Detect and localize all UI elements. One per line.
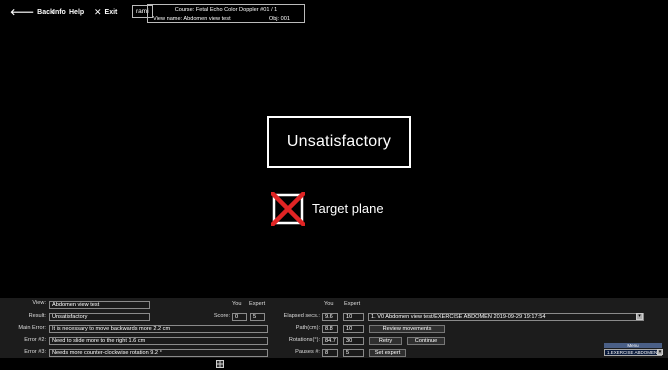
result-banner: Unsatisfactory	[267, 116, 411, 168]
failed-checkbox-icon	[271, 192, 305, 226]
score-you-field: 0	[232, 313, 247, 321]
view-field: Abdomen view test	[49, 301, 150, 309]
score-expert-header: Expert	[249, 301, 266, 307]
error2-label: Error #2:	[24, 337, 46, 343]
exercise-select-value: 1. V0 Abdomen view test/EXERCISE ABDOMEN…	[371, 314, 546, 320]
target-plane-label: Target plane	[312, 201, 384, 216]
top-toolbar: 🡐 Back Info Help ✕ Exit rami Course: Fet…	[0, 0, 668, 24]
elapsed-you-field: 9.6	[322, 313, 338, 321]
bottom-strip	[0, 358, 668, 370]
menu-header: Menu	[604, 343, 662, 348]
view-field-label: View:	[32, 300, 46, 306]
pauses-label: Pauses #:	[295, 349, 320, 355]
rotations-you-field: 84.7	[322, 337, 338, 345]
error2-field: Need to slide more to the right 1.6 cm	[49, 337, 268, 345]
help-label: Help	[69, 8, 85, 16]
exercise-select[interactable]: 1. V0 Abdomen view test/EXERCISE ABDOMEN…	[368, 313, 644, 321]
arrow-left-icon: 🡐	[10, 6, 35, 17]
back-label: Back	[37, 8, 54, 16]
back-button[interactable]: 🡐 Back	[10, 6, 54, 18]
continue-button[interactable]: Continue	[407, 337, 445, 345]
rotations-label: Rotations(°):	[288, 337, 320, 343]
menu-chevron-down-icon[interactable]: ▾	[657, 349, 663, 355]
course-info-box: Course: Fetal Echo Color Doppler #01 / 1…	[147, 4, 305, 23]
help-button[interactable]: Help	[69, 6, 84, 18]
result-field-label: Result:	[28, 313, 46, 319]
close-icon: ✕	[94, 6, 102, 17]
review-movements-button[interactable]: Review movements	[369, 325, 445, 333]
path-label: Path(cm):	[295, 325, 320, 331]
main-error-field: It is necessary to move backwards more 2…	[49, 325, 268, 333]
pauses-expert-field: 5	[343, 349, 364, 357]
course-title: Course: Fetal Echo Color Doppler #01 / 1	[174, 7, 278, 13]
menu-select-value: 1.EXERCISE ABDOMEN	[607, 350, 658, 355]
main-error-label: Main Error:	[18, 325, 46, 331]
elapsed-expert-field: 10	[343, 313, 364, 321]
grid-icon[interactable]	[216, 360, 224, 368]
object-id: Obj: 001	[268, 16, 290, 22]
set-expert-button[interactable]: Set expert	[369, 349, 406, 357]
info-label: Info	[53, 8, 66, 16]
error3-label: Error #3:	[24, 349, 46, 355]
path-you-field: 8.8	[322, 325, 338, 333]
view-name: View name: Abdomen view test	[153, 16, 231, 22]
elapsed-label: Elapsed secs.:	[283, 313, 320, 319]
info-button[interactable]: Info	[53, 6, 66, 18]
path-expert-field: 10	[343, 325, 364, 333]
score-expert-field: 5	[250, 313, 265, 321]
chevron-down-icon[interactable]: ▾	[636, 313, 643, 320]
score-label: Score:	[213, 313, 230, 319]
score-you-header: You	[232, 301, 242, 307]
retry-button[interactable]: Retry	[369, 337, 402, 345]
result-field: Unsatisfactory	[49, 313, 150, 321]
metrics-expert-header: Expert	[344, 301, 361, 307]
error3-field: Needs more counter-clockwise rotation 9.…	[49, 349, 268, 357]
exit-button[interactable]: ✕ Exit	[94, 6, 117, 18]
pauses-you-field: 8	[322, 349, 338, 357]
result-text: Unsatisfactory	[286, 133, 392, 150]
exit-label: Exit	[104, 8, 118, 16]
metrics-you-header: You	[324, 301, 334, 307]
rotations-expert-field: 30	[343, 337, 364, 345]
menu-select[interactable]: 1.EXERCISE ABDOMEN	[604, 349, 662, 356]
